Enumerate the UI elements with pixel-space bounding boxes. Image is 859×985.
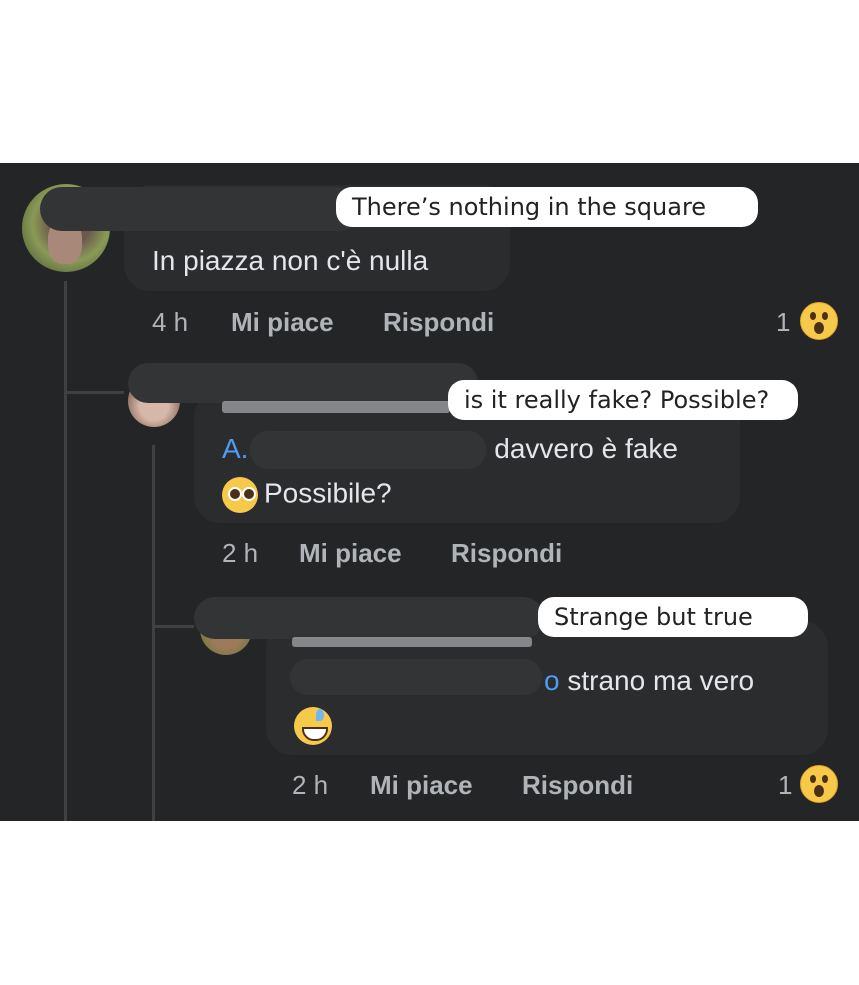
like-button[interactable]: Mi piace (231, 307, 334, 338)
mention-link[interactable]: A. (222, 433, 248, 464)
wow-emoji-icon[interactable] (800, 302, 838, 340)
thread-line-reply (152, 445, 155, 821)
thread-line-branch-1 (64, 391, 124, 394)
comment-text-line-2: Possibile? (222, 477, 392, 513)
comment-text-after-mention: strano ma vero (567, 665, 755, 696)
thread-line-branch-2 (152, 625, 194, 628)
author-name-blurred (40, 187, 360, 231)
comment-time[interactable]: 2 h (292, 770, 328, 801)
emoji-eye (822, 775, 828, 783)
pleading-face-icon (222, 477, 258, 513)
wow-emoji-icon[interactable] (800, 765, 838, 803)
reaction-count[interactable]: 1 (778, 770, 792, 801)
reaction-count[interactable]: 1 (776, 307, 790, 338)
comment-text: In piazza non c'è nulla (152, 245, 429, 276)
comment-text-second-line: Possibile? (264, 477, 392, 509)
sweat-drop (316, 709, 324, 721)
comment-time[interactable]: 2 h (222, 538, 258, 569)
comment-text-line-1: o strano ma vero (290, 659, 755, 697)
emoji-mouth (814, 322, 824, 334)
comment-time[interactable]: 4 h (152, 307, 188, 338)
reply-button[interactable]: Rispondi (522, 770, 633, 801)
comment-thread-panel: There’s nothing in the square In piazza … (0, 163, 859, 821)
emoji-eye (810, 775, 816, 783)
emoji-eye (242, 487, 256, 501)
emoji-mouth (302, 727, 328, 741)
emoji-eye (810, 312, 816, 320)
mention-blurred (290, 659, 542, 695)
like-button[interactable]: Mi piace (370, 770, 473, 801)
grinning-sweat-icon (294, 707, 332, 745)
translation-tag: is it really fake? Possible? (448, 380, 798, 420)
author-name-blurred (128, 363, 478, 403)
author-name-blurred (194, 597, 544, 639)
mention-link[interactable]: o (544, 665, 560, 696)
translation-tag: There’s nothing in the square (336, 187, 758, 227)
reply-button[interactable]: Rispondi (451, 538, 562, 569)
emoji-eye (822, 312, 828, 320)
comment-text-after-mention: davvero è fake (494, 433, 678, 464)
author-name-partial (222, 401, 450, 413)
mention-blurred (250, 431, 486, 469)
emoji-eye (228, 487, 242, 501)
author-name-partial (292, 637, 532, 647)
like-button[interactable]: Mi piace (299, 538, 402, 569)
comment-text-line-1: A. davvero è fake (222, 431, 678, 469)
thread-line-main (64, 281, 67, 821)
emoji-mouth (814, 785, 824, 797)
translation-tag: Strange but true (538, 597, 808, 637)
reply-button[interactable]: Rispondi (383, 307, 494, 338)
